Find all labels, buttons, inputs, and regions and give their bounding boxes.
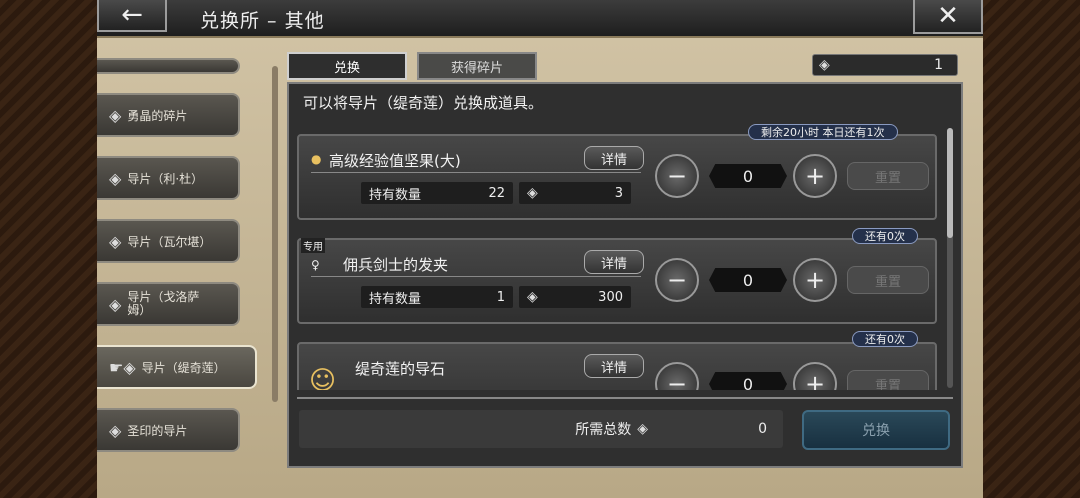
panel-description: 可以将导片（缇奇莲）兑换成道具。 [303, 94, 544, 112]
list-item: 专用 ♀ 佣兵剑士的发夹 详情 持有数量 1 ◈ 300 − 0 + 重置 [297, 238, 937, 324]
decrease-button[interactable]: − [655, 154, 699, 198]
total-label: 所需总数 [575, 422, 632, 438]
shard-icon: ◈ [109, 168, 122, 188]
increase-button[interactable]: + [793, 258, 837, 302]
limit-badge: 剩余20小时 本日还有1次 [748, 124, 898, 140]
pointer-hand-icon: ☛◈ [109, 357, 136, 377]
cost-value: 300 [598, 289, 623, 305]
shard-icon: ◈ [819, 57, 830, 73]
shard-icon: ◈ [637, 421, 649, 437]
quantity-display: 0 [709, 164, 787, 188]
reset-button[interactable]: 重置 [847, 266, 929, 294]
list-item: ● 高级经验值坚果(大) 详情 持有数量 22 ◈ 3 − 0 + 重置 [297, 134, 937, 220]
shard-icon: ◈ [109, 420, 122, 440]
shard-icon: ◈ [109, 294, 122, 314]
divider [311, 172, 641, 173]
back-button[interactable]: ← [97, 0, 167, 32]
increase-button[interactable]: + [793, 362, 837, 390]
holding-label: 持有数量 [369, 291, 422, 307]
cost-value: 3 [614, 185, 623, 201]
page-title: 兑换所 – 其他 [200, 10, 325, 32]
reset-button[interactable]: 重置 [847, 370, 929, 390]
currency-display: ◈ 1 [812, 54, 958, 76]
limit-badge: 还有0次 [852, 331, 918, 347]
character-portrait-icon: ☺ [309, 366, 337, 390]
sidebar-item-label: 导片（缇奇莲） [141, 360, 226, 375]
increase-button[interactable]: + [793, 154, 837, 198]
detail-button[interactable]: 详情 [584, 146, 644, 170]
sidebar-item-guide-tikilian[interactable]: ☛◈ 导片（缇奇莲） [97, 345, 257, 389]
item-name: 高级经验值坚果(大) [329, 152, 461, 170]
item-name: 佣兵剑士的发夹 [343, 256, 449, 274]
holding-count: 1 [496, 289, 505, 305]
decrease-button[interactable]: − [655, 258, 699, 302]
back-arrow-icon: ← [121, 0, 143, 30]
holding-count: 22 [488, 185, 505, 201]
list-scroll-thumb[interactable] [947, 128, 953, 238]
tab-obtain-shards[interactable]: 获得碎片 [417, 52, 537, 80]
sidebar-item-partial[interactable] [97, 58, 240, 74]
holding-row: 持有数量 22 ◈ 3 [361, 182, 633, 204]
item-list[interactable]: ● 高级经验值坚果(大) 详情 持有数量 22 ◈ 3 − 0 + 重置 专用 … [297, 120, 947, 390]
exchange-button[interactable]: 兑换 [802, 410, 950, 450]
close-button[interactable]: ✕ [913, 0, 983, 34]
quantity-display: 0 [709, 268, 787, 292]
sidebar-item-label: 导片（利·杜） [127, 171, 204, 186]
sidebar-item-guide-golosam[interactable]: ◈ 导片（戈洛萨姆） [97, 282, 240, 326]
divider [311, 276, 641, 277]
detail-button[interactable]: 详情 [584, 354, 644, 378]
nut-icon: ● [311, 152, 322, 166]
shard-icon: ◈ [109, 105, 122, 125]
sidebar-scrollbar[interactable] [272, 66, 278, 402]
sidebar-item-label: 导片（戈洛萨姆） [127, 290, 200, 317]
sidebar-item-label: 圣印的导片 [127, 423, 188, 438]
sidebar-item-guide-lidu[interactable]: ◈ 导片（利·杜） [97, 156, 240, 200]
decrease-button[interactable]: − [655, 362, 699, 390]
sidebar-item-guide-vulcan[interactable]: ◈ 导片（瓦尔堪） [97, 219, 240, 263]
limit-badge: 还有0次 [852, 228, 918, 244]
currency-value: 1 [934, 57, 943, 73]
total-value: 0 [758, 421, 767, 437]
item-name: 缇奇莲的导石 [355, 360, 446, 378]
shard-icon: ◈ [527, 289, 538, 305]
holding-row: 持有数量 1 ◈ 300 [361, 286, 633, 308]
left-border-decoration [0, 0, 97, 498]
detail-button[interactable]: 详情 [584, 250, 644, 274]
hairpin-icon: ♀ [311, 258, 320, 272]
sidebar-item-seal-guide[interactable]: ◈ 圣印的导片 [97, 408, 240, 452]
list-item: ☺ 缇奇莲的导石 详情 − 0 + 重置 [297, 342, 937, 390]
tab-exchange[interactable]: 兑换 [287, 52, 407, 80]
holding-label: 持有数量 [369, 187, 422, 203]
right-border-decoration [983, 0, 1080, 498]
quantity-display: 0 [709, 372, 787, 390]
close-icon: ✕ [937, 1, 959, 31]
sidebar-item-label: 勇晶的碎片 [127, 108, 188, 123]
divider [297, 397, 953, 399]
exclusive-badge: 专用 [301, 238, 325, 253]
reset-button[interactable]: 重置 [847, 162, 929, 190]
total-required-bar: 所需总数 ◈ 0 [299, 410, 783, 448]
sidebar-item-label: 导片（瓦尔堪） [127, 234, 212, 249]
shard-icon: ◈ [109, 231, 122, 251]
shard-icon: ◈ [527, 185, 538, 201]
sidebar-item-brave-shard[interactable]: ◈ 勇晶的碎片 [97, 93, 240, 137]
